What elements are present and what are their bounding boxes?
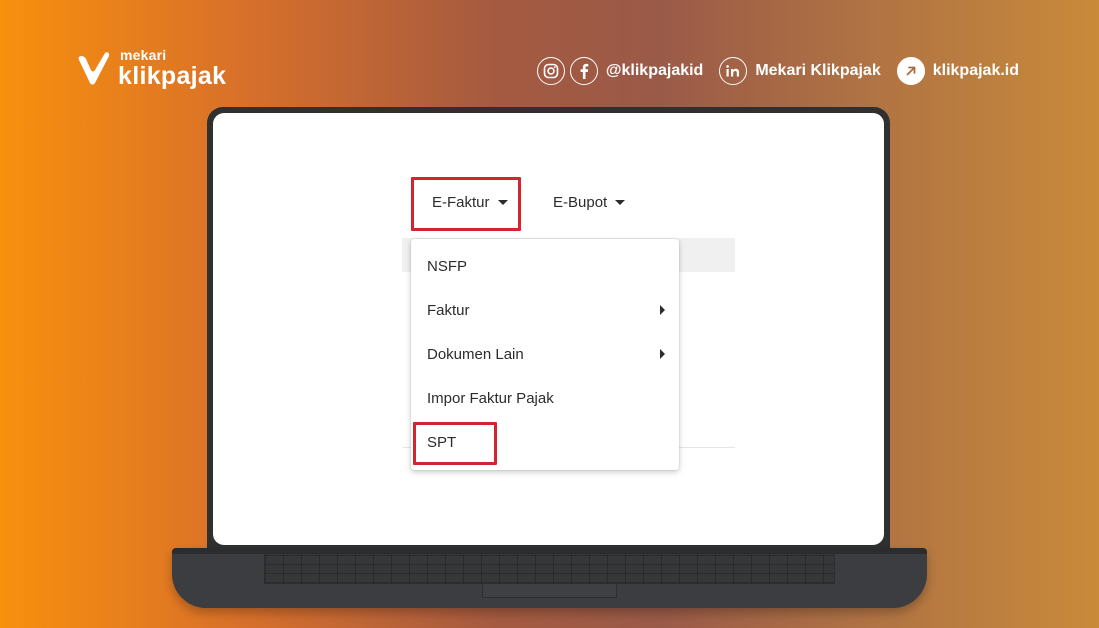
brand-logo: mekari klikpajak	[78, 48, 226, 89]
social-handle[interactable]: @klikpajakid	[606, 62, 703, 80]
menu-item-faktur[interactable]: Faktur	[427, 299, 665, 321]
menu-item-label: Faktur	[427, 301, 470, 319]
laptop-screen-frame: E-Faktur E-Bupot NSFP Faktur Dokumen Lai…	[207, 107, 890, 552]
menu-item-label: Dokumen Lain	[427, 345, 524, 363]
caret-right-icon	[660, 305, 665, 315]
external-link-icon[interactable]	[896, 57, 925, 85]
brand-name: klikpajak	[118, 62, 227, 90]
laptop-screen: E-Faktur E-Bupot NSFP Faktur Dokumen Lai…	[213, 113, 884, 545]
checkmark-logo-icon	[78, 51, 110, 84]
caret-right-icon	[660, 349, 665, 359]
social-links: @klikpajakid Mekari Klikpajak klikpajak.…	[536, 57, 1019, 85]
efaktur-highlight-box	[411, 177, 521, 231]
laptop-keyboard	[264, 554, 835, 584]
menu-item-dokumen-lain[interactable]: Dokumen Lain	[427, 343, 665, 365]
instagram-icon[interactable]	[536, 57, 565, 85]
spt-highlight-box	[413, 422, 497, 465]
menu-item-impor-faktur-pajak[interactable]: Impor Faktur Pajak	[427, 387, 665, 409]
linkedin-icon[interactable]	[719, 57, 748, 85]
website-link[interactable]: klikpajak.id	[933, 62, 1019, 80]
menu-item-label: NSFP	[427, 257, 468, 275]
laptop-trackpad	[482, 584, 617, 598]
caret-down-icon	[615, 200, 626, 205]
nav-ebupot-label: E-Bupot	[553, 194, 608, 211]
menu-item-label: Impor Faktur Pajak	[427, 389, 554, 407]
brand-sub: mekari	[120, 47, 167, 63]
facebook-icon[interactable]	[569, 57, 598, 85]
nav-ebupot[interactable]: E-Bupot	[553, 194, 626, 211]
laptop-base	[172, 548, 927, 608]
linkedin-name[interactable]: Mekari Klikpajak	[755, 62, 880, 80]
menu-item-nsfp[interactable]: NSFP	[427, 255, 665, 277]
